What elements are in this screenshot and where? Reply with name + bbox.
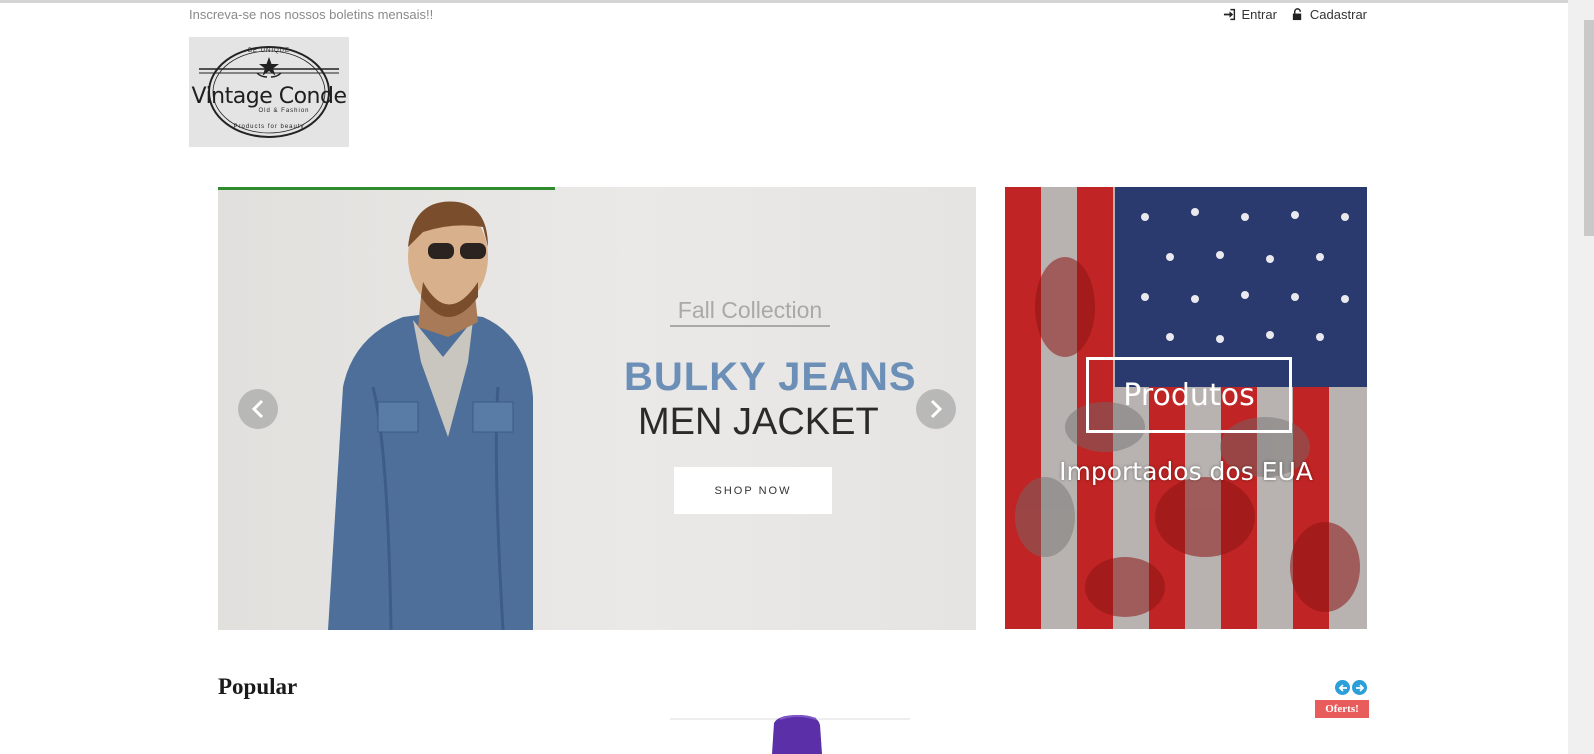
sign-in-icon: [1223, 8, 1235, 21]
register-link[interactable]: Cadastrar: [1291, 7, 1367, 22]
logo-tagline-top: BE UNIQUE: [247, 48, 290, 54]
login-label: Entrar: [1241, 7, 1277, 22]
scrollbar-thumb[interactable]: [1584, 20, 1594, 236]
slider-next-button[interactable]: [916, 389, 956, 429]
shop-now-button[interactable]: SHOP NOW: [674, 467, 832, 514]
offer-badge: Oferts!: [1315, 700, 1369, 718]
lock-icon: [1292, 8, 1302, 21]
chevron-left-icon: [251, 399, 264, 419]
slide-kicker: Fall Collection: [670, 297, 830, 327]
arrow-right-icon: [1355, 683, 1364, 692]
hero-slider: Fall Collection BULKY JEANS MEN JACKET S…: [218, 187, 976, 630]
banner-subtitle: Importados dos EUA: [1059, 457, 1313, 486]
login-link[interactable]: Entrar: [1223, 7, 1277, 22]
logo-title: Vintage Conde: [191, 84, 348, 109]
popular-prev-button[interactable]: [1335, 680, 1350, 695]
auth-links: Entrar Cadastrar: [1223, 7, 1367, 22]
site-logo[interactable]: BE UNIQUE Vintage Conde Old & Fashion Pr…: [189, 37, 349, 147]
slide-subtitle: MEN JACKET: [638, 401, 879, 443]
popular-carousel-nav: [1335, 680, 1367, 695]
logo-tagline-bottom: Products for beauty: [233, 124, 305, 130]
model-image: [328, 201, 533, 630]
slide-title: BULKY JEANS: [624, 355, 917, 399]
product-image[interactable]: [660, 703, 920, 754]
page-scrollbar[interactable]: [1568, 0, 1594, 754]
arrow-left-icon: [1338, 683, 1347, 692]
browser-top-border: [0, 0, 1594, 3]
banner-products-label: Produtos: [1086, 357, 1292, 433]
popular-section-title: Popular: [218, 674, 298, 699]
logo-tagline-sub: Old & Fashion: [258, 108, 310, 114]
register-label: Cadastrar: [1309, 7, 1367, 22]
slider-prev-button[interactable]: [238, 389, 278, 429]
popular-next-button[interactable]: [1352, 680, 1367, 695]
imported-products-banner[interactable]: Produtos Importados dos EUA: [1005, 187, 1367, 629]
chevron-right-icon: [930, 399, 943, 419]
newsletter-link[interactable]: Inscreva-se nos nossos boletins mensais!…: [189, 7, 433, 22]
